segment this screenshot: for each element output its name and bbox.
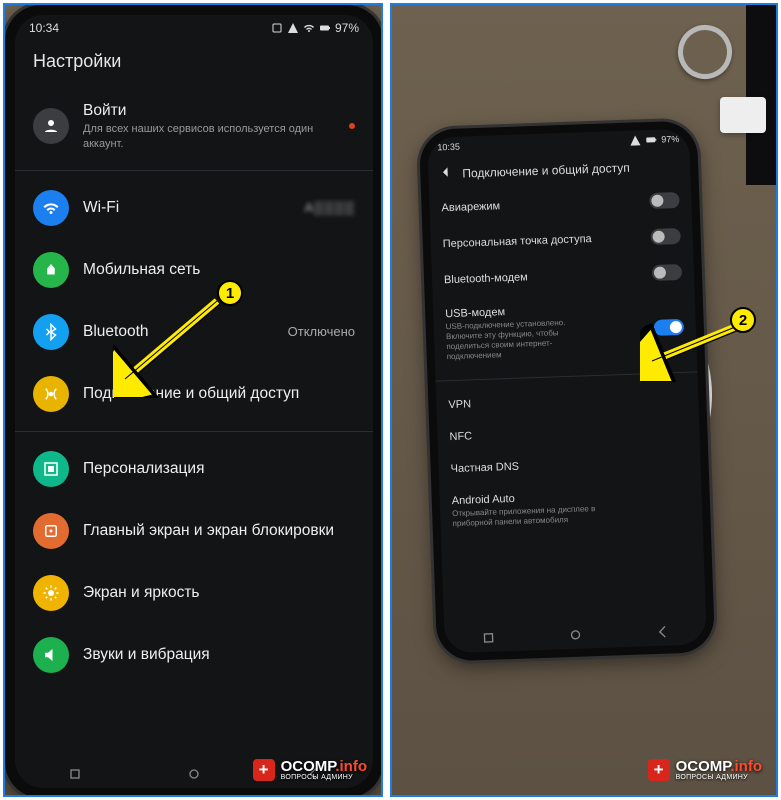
- airplane-toggle[interactable]: [649, 192, 680, 209]
- battery-icon: [319, 22, 331, 34]
- pers-icon: [33, 451, 69, 487]
- row-personalization[interactable]: Персонализация: [15, 438, 373, 500]
- navbar: [444, 622, 706, 647]
- sub-title: Подключение и общий доступ: [462, 160, 630, 180]
- status-time: 10:34: [29, 21, 59, 35]
- nav-recents-icon[interactable]: [67, 766, 83, 782]
- mobile-label: Мобильная сеть: [83, 260, 355, 279]
- signin-labels: Войти Для всех наших сервисов использует…: [83, 101, 335, 151]
- nav-back-icon[interactable]: [655, 624, 672, 641]
- row-sound[interactable]: Звуки и вибрация: [15, 624, 373, 686]
- page-title: Настройки: [15, 41, 373, 88]
- nav-recents-icon[interactable]: [480, 630, 497, 647]
- row-display[interactable]: Экран и яркость: [15, 562, 373, 624]
- wifi-value: A▒▒▒▒: [304, 200, 355, 215]
- arrow-1-icon: [113, 297, 223, 402]
- wifi-label: Wi-Fi: [83, 198, 290, 217]
- aa-sub: Открывайте приложения на дисплее в прибо…: [452, 504, 603, 529]
- signin-row[interactable]: Войти Для всех наших сервисов использует…: [15, 88, 373, 164]
- status-time: 10:35: [437, 142, 460, 153]
- nav-home-icon[interactable]: [567, 627, 584, 644]
- wifi-icon: [303, 22, 315, 34]
- battery-pct: 97%: [661, 134, 679, 145]
- cell-icon: [33, 252, 69, 288]
- nav-home-icon[interactable]: [186, 766, 202, 782]
- display-label: Экран и яркость: [83, 583, 355, 602]
- battery-icon: [645, 134, 657, 146]
- nfc-icon: [271, 22, 283, 34]
- alert-dot-icon: [349, 123, 355, 129]
- status-icons: 97%: [271, 21, 359, 35]
- row-android-auto[interactable]: Android Auto Открывайте приложения на ди…: [439, 476, 703, 539]
- usb-sub: USB-подключение установлено. Включите эт…: [446, 317, 597, 362]
- divider: [15, 431, 373, 432]
- phone-right: 10:35 97% Подключение и общий доступ Ави…: [419, 120, 715, 661]
- watermark: + OCOMP.info ВОПРОСЫ АДМИНУ: [253, 759, 367, 781]
- battery-pct: 97%: [335, 21, 359, 35]
- marker-1: 1: [217, 280, 243, 306]
- watermark: + OCOMP.info ВОПРОСЫ АДМИНУ: [648, 759, 762, 781]
- signal-icon: [287, 22, 299, 34]
- status-icons: 97%: [629, 133, 679, 147]
- home-label: Главный экран и экран блокировки: [83, 521, 355, 540]
- btt-label: Bluetooth-модем: [444, 271, 528, 286]
- left-panel: 10:34 97% Настройки Войти Для всех наших…: [3, 3, 383, 797]
- sun-icon: [33, 575, 69, 611]
- arrow-2-icon: [640, 321, 750, 386]
- back-icon[interactable]: [438, 165, 453, 182]
- airplane-label: Авиарежим: [441, 200, 500, 214]
- hotspot-toggle[interactable]: [650, 228, 681, 245]
- monitor-edge: [746, 5, 776, 185]
- marker-2: 2: [730, 307, 756, 333]
- hotspot-label: Персональная точка доступа: [443, 233, 592, 250]
- pers-label: Персонализация: [83, 459, 355, 478]
- row-homescreen[interactable]: Главный экран и экран блокировки: [15, 500, 373, 562]
- user-icon: [33, 108, 69, 144]
- signin-label: Войти: [83, 101, 335, 120]
- btt-toggle[interactable]: [652, 264, 683, 281]
- bluetooth-icon: [33, 314, 69, 350]
- cross-icon: +: [648, 759, 670, 781]
- wifi-icon: [33, 190, 69, 226]
- usb-plug-icon: [720, 97, 766, 133]
- row-wifi[interactable]: Wi-Fi A▒▒▒▒: [15, 177, 373, 239]
- signal-icon: [629, 134, 641, 146]
- row-mobile[interactable]: Мобильная сеть: [15, 239, 373, 301]
- signin-sub: Для всех наших сервисов используется оди…: [83, 122, 335, 151]
- statusbar: 10:34 97%: [15, 15, 373, 41]
- sound-icon: [33, 637, 69, 673]
- sound-label: Звуки и вибрация: [83, 645, 355, 664]
- screen-right: 10:35 97% Подключение и общий доступ Ави…: [427, 129, 707, 654]
- right-panel: 10:35 97% Подключение и общий доступ Ави…: [390, 3, 778, 797]
- home-icon: [33, 513, 69, 549]
- bt-value: Отключено: [288, 324, 355, 339]
- divider: [15, 170, 373, 171]
- cross-icon: +: [253, 759, 275, 781]
- tether-icon: [33, 376, 69, 412]
